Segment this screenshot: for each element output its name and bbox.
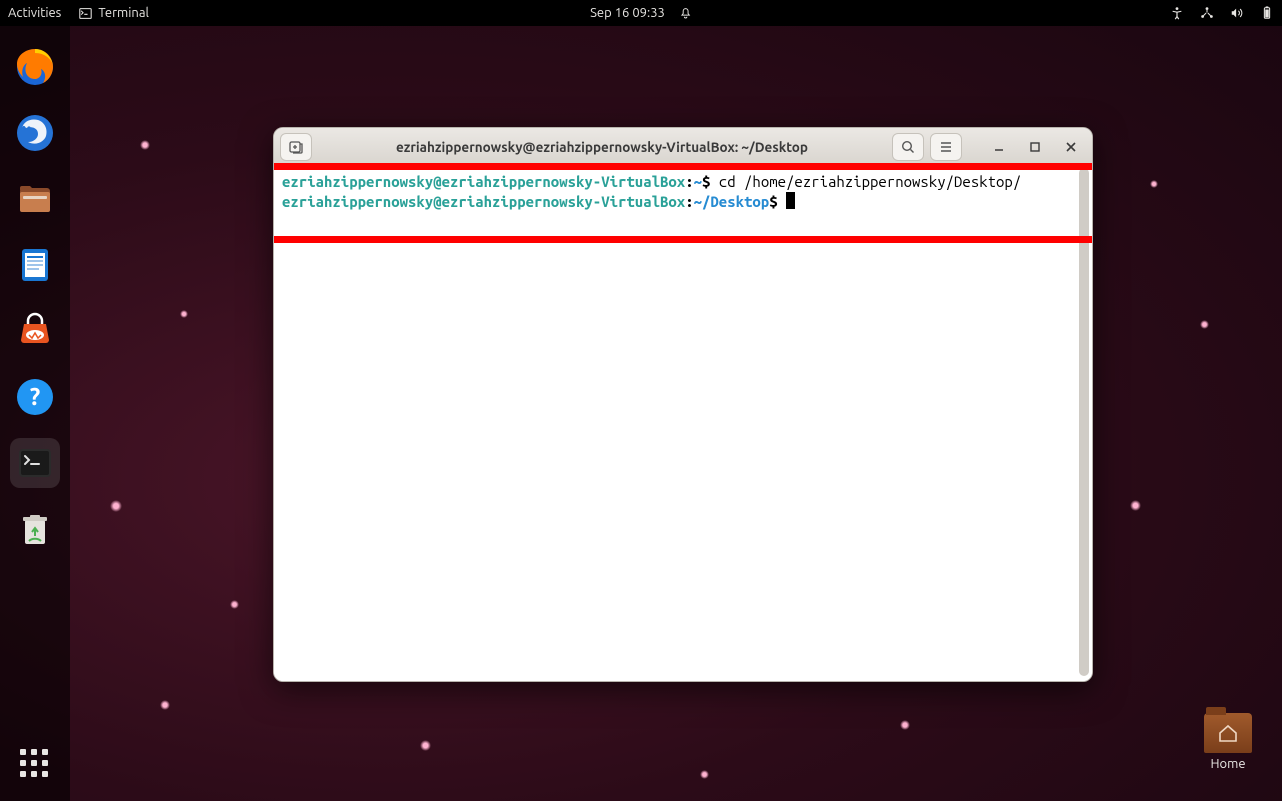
new-tab-button[interactable] (280, 133, 312, 161)
hamburger-icon (938, 139, 954, 155)
help-icon: ? (14, 376, 56, 418)
active-app-name: Terminal (98, 6, 149, 20)
terminal-window: ezriahzippernowsky@ezriahzippernowsky-Vi… (273, 127, 1093, 682)
terminal-app-icon (14, 442, 56, 484)
minimize-button[interactable] (984, 133, 1014, 161)
prompt-path: ~/Desktop (694, 193, 770, 210)
dock-trash[interactable] (10, 504, 60, 554)
new-tab-icon (288, 139, 304, 155)
thunderbird-icon (14, 112, 56, 154)
active-app-indicator[interactable]: Terminal (79, 6, 149, 20)
decor-star (110, 500, 122, 512)
activities-button[interactable]: Activities (8, 6, 61, 20)
dock-firefox[interactable] (10, 42, 60, 92)
datetime-label: Sep 16 09:33 (590, 6, 665, 20)
terminal-cursor (786, 192, 795, 209)
dock-help[interactable]: ? (10, 372, 60, 422)
close-icon (1064, 140, 1078, 154)
system-tray[interactable] (1170, 6, 1274, 20)
window-titlebar[interactable]: ezriahzippernowsky@ezriahzippernowsky-Vi… (274, 128, 1092, 166)
decor-star (180, 310, 188, 318)
clock-area[interactable]: Sep 16 09:33 (590, 6, 692, 20)
apps-grid-icon (20, 749, 50, 779)
decor-star (700, 770, 709, 779)
prompt-user-host: ezriahzippernowsky@ezriahzippernowsky-Vi… (282, 173, 685, 190)
folder-icon (1204, 713, 1252, 753)
maximize-icon (1028, 140, 1042, 154)
accessibility-icon (1170, 6, 1184, 20)
prompt-path: ~ (694, 173, 702, 190)
desktop-home-label: Home (1210, 757, 1245, 771)
decor-star (230, 600, 239, 609)
dock-software[interactable] (10, 306, 60, 356)
command-text: cd /home/ezriahzippernowsky/Desktop/ (710, 173, 1021, 190)
search-icon (900, 139, 916, 155)
menu-button[interactable] (930, 133, 962, 161)
decor-star (420, 740, 431, 751)
decor-star (1130, 500, 1141, 511)
decor-star (1150, 180, 1158, 188)
window-title: ezriahzippernowsky@ezriahzippernowsky-Vi… (318, 139, 886, 155)
prompt-colon: : (685, 193, 693, 210)
search-button[interactable] (892, 133, 924, 161)
dock-files[interactable] (10, 174, 60, 224)
decor-star (1200, 320, 1209, 329)
decor-star (140, 140, 150, 150)
notification-bell-icon (679, 7, 692, 20)
dock: ? (0, 26, 70, 801)
network-icon (1200, 6, 1214, 20)
terminal-body[interactable]: ezriahzippernowsky@ezriahzippernowsky-Vi… (274, 166, 1092, 681)
terminal-icon (79, 7, 92, 20)
top-bar: Activities Terminal Sep 16 09:33 (0, 0, 1282, 26)
dock-thunderbird[interactable] (10, 108, 60, 158)
minimize-icon (992, 140, 1006, 154)
power-icon (1260, 6, 1274, 20)
prompt-dollar: $ (769, 193, 777, 210)
terminal-scrollbar[interactable] (1079, 168, 1089, 676)
software-icon (14, 310, 56, 352)
files-icon (14, 178, 56, 220)
dock-terminal[interactable] (10, 438, 60, 488)
command-text (778, 193, 786, 210)
trash-icon (14, 508, 56, 550)
decor-star (900, 720, 910, 730)
close-button[interactable] (1056, 133, 1086, 161)
prompt-colon: : (685, 173, 693, 190)
dock-apps-grid[interactable] (10, 743, 60, 793)
decor-star (160, 700, 170, 710)
firefox-icon (14, 46, 56, 88)
dock-writer[interactable] (10, 240, 60, 290)
prompt-user-host: ezriahzippernowsky@ezriahzippernowsky-Vi… (282, 193, 685, 210)
writer-icon (14, 244, 56, 286)
desktop-home-folder[interactable]: Home (1204, 713, 1252, 771)
maximize-button[interactable] (1020, 133, 1050, 161)
volume-icon (1230, 6, 1244, 20)
svg-text:?: ? (30, 383, 41, 410)
